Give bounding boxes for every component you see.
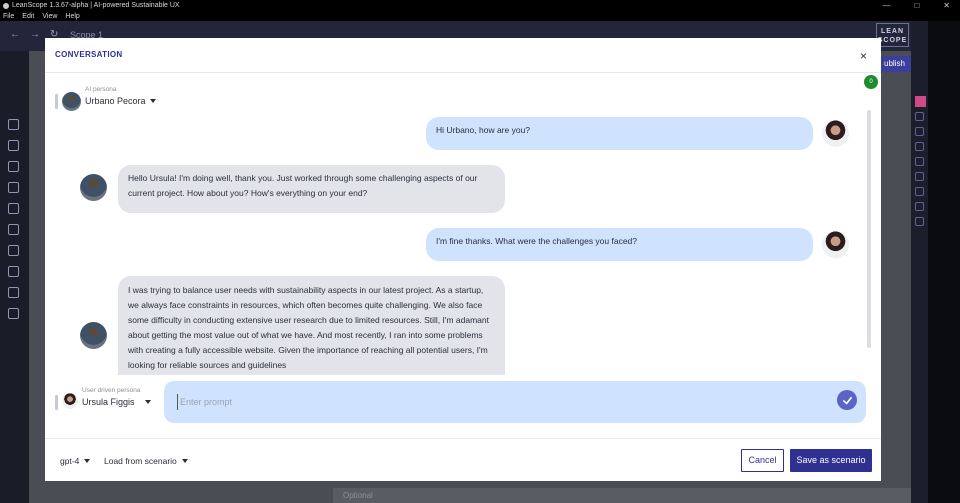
binoculars-icon[interactable] bbox=[8, 308, 19, 319]
maximize-button[interactable]: □ bbox=[914, 0, 919, 11]
flag-icon[interactable] bbox=[8, 140, 19, 151]
caret-down-icon bbox=[149, 99, 156, 103]
cancel-button[interactable]: Cancel bbox=[741, 449, 784, 472]
save-as-scenario-button[interactable]: Save as scenario bbox=[790, 449, 872, 472]
chat-icon[interactable] bbox=[915, 202, 924, 211]
ai-persona-info: AI persona Urbano Pecora bbox=[85, 86, 156, 106]
app-icon bbox=[3, 2, 9, 9]
check-icon bbox=[842, 396, 852, 404]
ai-avatar bbox=[80, 322, 107, 349]
load-scenario-dropdown[interactable]: Load from scenario bbox=[104, 456, 188, 466]
emoji-icon[interactable] bbox=[915, 157, 924, 166]
window-close-button[interactable]: ✕ bbox=[943, 0, 950, 11]
right-edge-panel bbox=[928, 21, 960, 503]
menu-edit[interactable]: Edit bbox=[22, 13, 34, 20]
phone-icon[interactable] bbox=[915, 112, 924, 121]
contact-icon[interactable] bbox=[915, 187, 924, 196]
user-persona-name: Ursula Figgis bbox=[82, 397, 135, 407]
menubar: File Edit View Help bbox=[0, 11, 960, 21]
layout-icon[interactable] bbox=[8, 161, 19, 172]
user-persona-info: User driven persona Ursula Figgis bbox=[82, 387, 151, 407]
window-controls: — □ ✕ bbox=[882, 0, 950, 11]
user-persona-dropdown[interactable]: Ursula Figgis bbox=[82, 397, 151, 407]
user-avatar bbox=[822, 120, 849, 147]
menu-file[interactable]: File bbox=[3, 13, 14, 20]
model-dropdown[interactable]: gpt-4 bbox=[60, 456, 91, 466]
sidebar-icons bbox=[8, 119, 19, 319]
message-user: Hi Urbano, how are you? bbox=[426, 117, 813, 150]
dialog-title: CONVERSATION bbox=[55, 50, 123, 59]
copy-icon[interactable] bbox=[915, 142, 924, 151]
left-sidebar bbox=[0, 51, 29, 503]
message-text: I was trying to balance user needs with … bbox=[128, 285, 489, 370]
ai-avatar bbox=[80, 174, 107, 201]
forward-icon[interactable]: → bbox=[30, 29, 40, 40]
document-icon[interactable] bbox=[8, 266, 19, 277]
menu-view[interactable]: View bbox=[42, 13, 57, 20]
message-text: Hi Urbano, how are you? bbox=[436, 125, 531, 135]
message-ai: I was trying to balance user needs with … bbox=[118, 276, 505, 375]
user-avatar bbox=[822, 231, 849, 258]
back-icon[interactable]: ← bbox=[10, 29, 20, 40]
caret-down-icon bbox=[144, 400, 151, 404]
caret-down-icon bbox=[84, 459, 91, 463]
dialog-header: CONVERSATION × bbox=[45, 38, 881, 73]
user-persona-caption: User driven persona bbox=[82, 387, 141, 394]
model-label: gpt-4 bbox=[60, 456, 80, 466]
close-icon[interactable]: × bbox=[860, 50, 867, 62]
drag-handle-icon[interactable] bbox=[55, 395, 58, 410]
user-icon[interactable] bbox=[8, 203, 19, 214]
briefcase-icon[interactable] bbox=[8, 245, 19, 256]
menu-help[interactable]: Help bbox=[65, 13, 79, 20]
chat-scrollbar[interactable] bbox=[867, 110, 871, 348]
message-ai: Hello Ursula! I'm doing well, thank you.… bbox=[118, 165, 505, 213]
ai-persona-name: Urbano Pecora bbox=[85, 96, 146, 106]
conversation-dialog: CONVERSATION × AI persona Urbano Pecora … bbox=[45, 38, 881, 481]
message-text: I'm fine thanks. What were the challenge… bbox=[436, 236, 638, 246]
publish-button[interactable]: ublish bbox=[881, 56, 911, 72]
search-icon[interactable] bbox=[915, 172, 924, 181]
cube-icon[interactable] bbox=[8, 287, 19, 298]
user-persona-selector: User driven persona Ursula Figgis bbox=[55, 387, 151, 410]
prompt-input[interactable] bbox=[177, 394, 817, 410]
load-scenario-label: Load from scenario bbox=[104, 456, 177, 466]
window-title: LeanScope 1.3.67-alpha | AI-powered Sust… bbox=[12, 2, 180, 9]
send-button[interactable] bbox=[837, 390, 857, 410]
notification-icon[interactable] bbox=[915, 96, 926, 107]
optional-field-hint: Optional bbox=[333, 488, 913, 503]
ai-persona-selector: AI persona Urbano Pecora bbox=[55, 86, 156, 111]
message-list[interactable]: Hi Urbano, how are you? Hello Ursula! I'… bbox=[45, 110, 881, 375]
prompt-box bbox=[164, 381, 866, 423]
right-toolbar-icons bbox=[915, 112, 924, 226]
signpost-icon[interactable] bbox=[8, 224, 19, 235]
edit-icon[interactable] bbox=[915, 127, 924, 136]
window-titlebar: LeanScope 1.3.67-alpha | AI-powered Sust… bbox=[0, 0, 960, 11]
ai-persona-caption: AI persona bbox=[85, 86, 117, 93]
message-text: Hello Ursula! I'm doing well, thank you.… bbox=[128, 173, 478, 198]
user-persona-avatar bbox=[62, 393, 78, 409]
ai-persona-avatar bbox=[62, 92, 81, 111]
drag-handle-icon[interactable] bbox=[55, 94, 58, 109]
status-badge: 0 bbox=[864, 75, 878, 89]
minimize-button[interactable]: — bbox=[882, 0, 890, 11]
caret-down-icon bbox=[181, 459, 188, 463]
message-user: I'm fine thanks. What were the challenge… bbox=[426, 228, 813, 261]
ai-persona-dropdown[interactable]: Urbano Pecora bbox=[85, 96, 156, 106]
home-icon[interactable] bbox=[8, 119, 19, 130]
dialog-footer: gpt-4 Load from scenario Cancel Save as … bbox=[45, 438, 881, 481]
id-card-icon[interactable] bbox=[8, 182, 19, 193]
settings-icon[interactable] bbox=[915, 217, 924, 226]
